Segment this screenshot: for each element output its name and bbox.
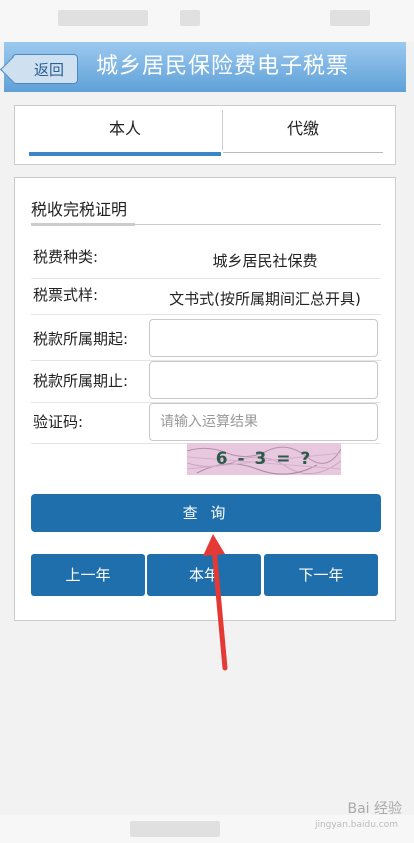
blurred-footer-info xyxy=(130,821,220,837)
blurred-status-info xyxy=(58,10,148,26)
ticket-style-label: 税票式样: xyxy=(33,286,99,304)
section-title: 税收完税证明 xyxy=(31,200,128,219)
back-button[interactable]: 返回 xyxy=(12,54,78,84)
row-divider xyxy=(31,278,381,279)
query-button[interactable]: 查 询 xyxy=(31,494,381,532)
tab-bar: 本人 代缴 xyxy=(14,105,396,165)
captcha-input[interactable]: 请输入运算结果 xyxy=(149,403,378,441)
fee-type-label: 税费种类: xyxy=(33,248,99,266)
tab-self[interactable]: 本人 xyxy=(29,116,221,156)
captcha-image[interactable]: 6 - 3 = ? xyxy=(187,443,341,475)
period-start-input[interactable] xyxy=(149,319,378,357)
next-year-button[interactable]: 下一年 xyxy=(264,554,378,596)
period-end-label: 税款所属期止: xyxy=(33,372,129,390)
ticket-style-value: 文书式(按所属期间汇总开具) xyxy=(169,290,361,308)
blurred-status-info xyxy=(330,10,370,26)
period-start-label: 税款所属期起: xyxy=(33,330,129,348)
previous-year-button[interactable]: 上一年 xyxy=(31,554,145,596)
fee-type-value: 城乡居民社保费 xyxy=(212,252,318,270)
watermark-logo: Bai 经验 xyxy=(347,801,402,817)
captcha-label: 验证码: xyxy=(33,413,84,431)
app-header: 返回 城乡居民保险费电子税票 xyxy=(4,42,406,92)
current-year-button[interactable]: 本年 xyxy=(147,554,261,596)
row-divider xyxy=(31,314,381,315)
period-end-input[interactable] xyxy=(149,361,378,399)
tab-proxy-payment[interactable]: 代缴 xyxy=(223,116,383,153)
captcha-text: 6 - 3 = ? xyxy=(215,449,313,469)
blurred-status-info xyxy=(180,10,200,26)
page-title: 城乡居民保险费电子税票 xyxy=(96,54,350,79)
status-bar xyxy=(0,0,414,42)
tax-certificate-form: 税收完税证明 税费种类: 城乡居民社保费 税票式样: 文书式(按所属期间汇总开具… xyxy=(14,177,396,621)
watermark-url: jingyan.baidu.com xyxy=(314,820,398,830)
section-divider-accent xyxy=(31,223,135,226)
